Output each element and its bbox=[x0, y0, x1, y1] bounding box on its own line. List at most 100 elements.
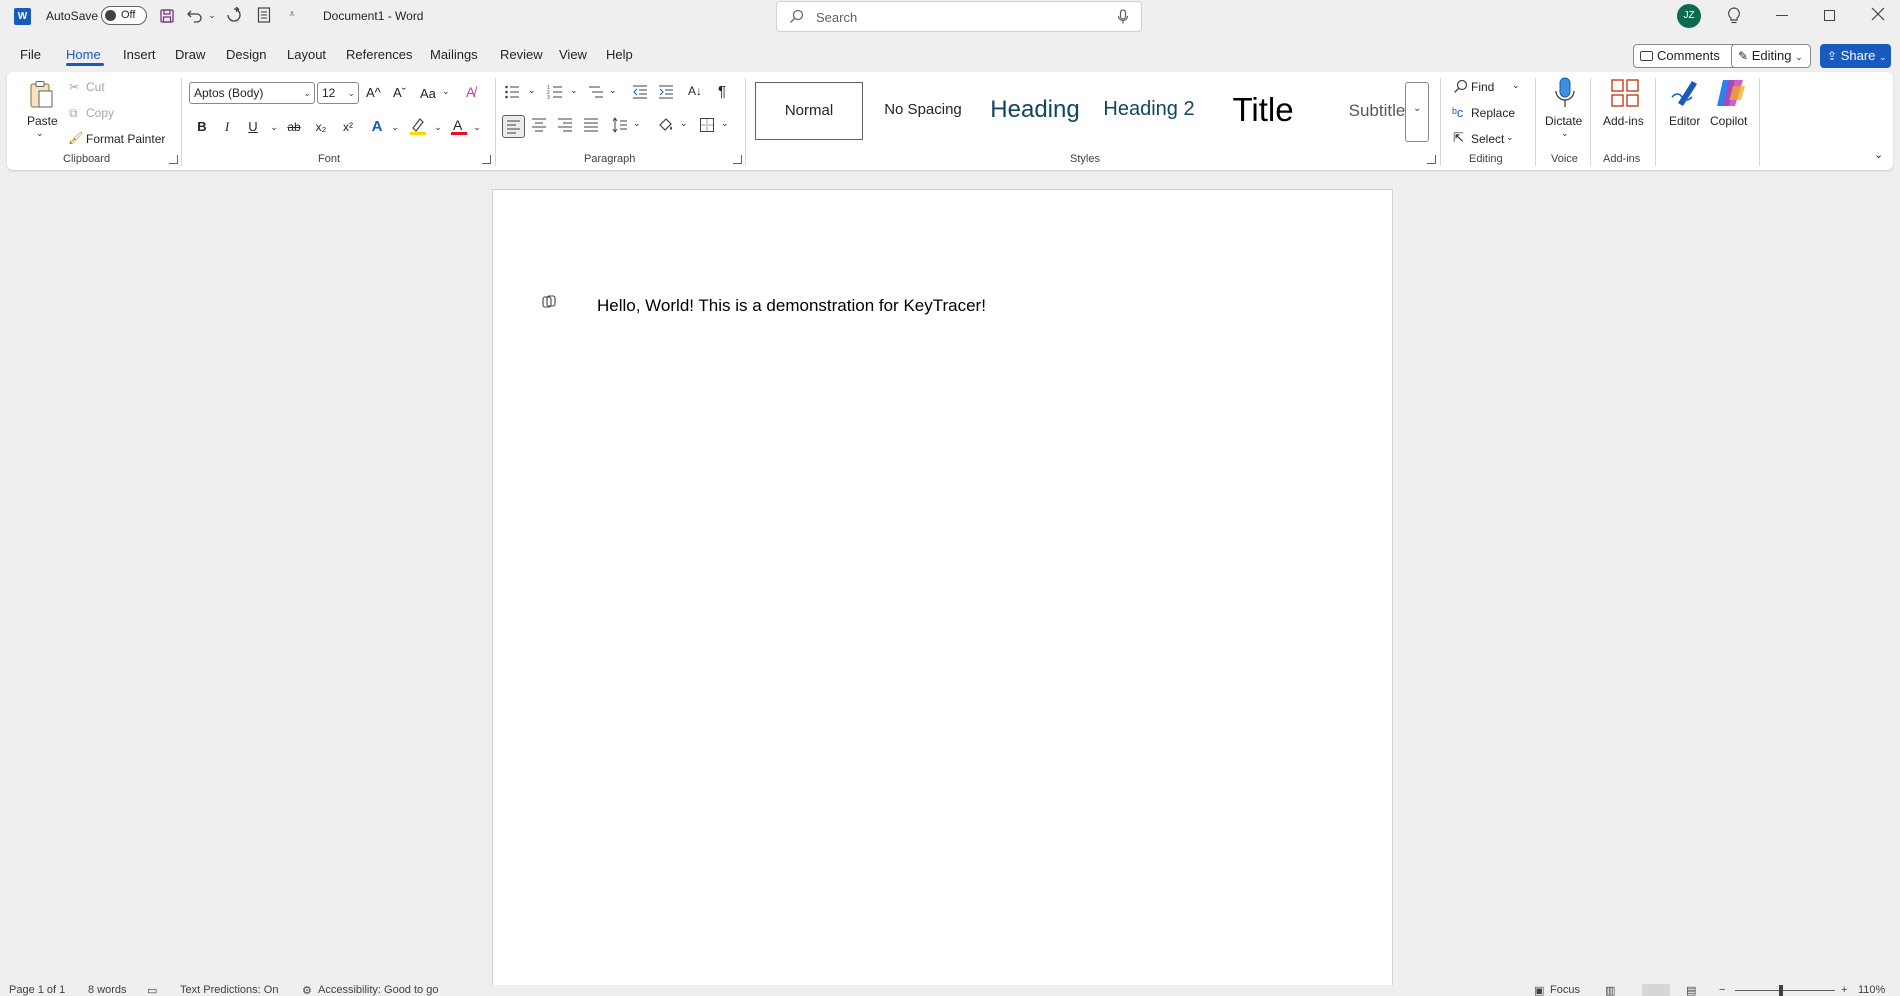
page-count[interactable]: Page 1 of 1 bbox=[9, 984, 65, 996]
style-no-spacing[interactable]: No Spacing bbox=[868, 82, 978, 140]
highlighter-icon[interactable] bbox=[407, 116, 429, 138]
undo-dropdown-icon[interactable]: ⌄ bbox=[207, 7, 217, 23]
chevron-down-icon[interactable]: ⌄ bbox=[570, 85, 578, 96]
show-formatting-button[interactable]: ¶ bbox=[718, 83, 726, 100]
copilot-button[interactable]: Copilot bbox=[1710, 114, 1747, 128]
user-avatar[interactable]: JZ bbox=[1677, 4, 1701, 28]
editing-mode-button[interactable]: ✎ Editing ⌄ bbox=[1731, 44, 1811, 68]
chevron-down-icon[interactable]: ⌄ bbox=[721, 118, 729, 129]
style-heading-2[interactable]: Heading 2 bbox=[1092, 82, 1206, 140]
tab-home[interactable]: Home bbox=[66, 47, 101, 62]
cut-button[interactable]: Cut bbox=[86, 80, 105, 94]
add-ins-button[interactable]: Add-ins bbox=[1603, 114, 1644, 128]
style-title[interactable]: Title bbox=[1206, 82, 1320, 140]
change-case-button[interactable]: Aa bbox=[420, 86, 436, 101]
focus-button[interactable]: Focus bbox=[1550, 984, 1580, 996]
chevron-down-icon[interactable]: ⌄ bbox=[466, 116, 488, 138]
line-spacing-icon[interactable] bbox=[612, 117, 628, 136]
maximize-icon[interactable] bbox=[1824, 10, 1835, 21]
bullets-icon[interactable] bbox=[504, 84, 520, 103]
zoom-level[interactable]: 110% bbox=[1858, 984, 1885, 996]
paste-icon[interactable] bbox=[28, 80, 54, 110]
tab-draw[interactable]: Draw bbox=[175, 47, 205, 62]
decrease-indent-icon[interactable] bbox=[632, 84, 648, 103]
copilot-icon[interactable] bbox=[1715, 78, 1747, 111]
chevron-down-icon[interactable]: ⌄ bbox=[442, 86, 450, 97]
chevron-down-icon[interactable]: ⌄ bbox=[633, 118, 641, 129]
subscript-button[interactable]: x₂ bbox=[310, 116, 332, 138]
underline-button[interactable]: U bbox=[242, 116, 264, 138]
tab-review[interactable]: Review bbox=[500, 47, 543, 62]
editor-button[interactable]: Editor bbox=[1669, 114, 1700, 128]
increase-indent-icon[interactable] bbox=[658, 84, 674, 103]
dictate-microphone-icon[interactable] bbox=[1554, 77, 1576, 112]
chevron-down-icon[interactable]: ⌄ bbox=[427, 116, 449, 138]
chevron-down-icon[interactable]: ⌄ bbox=[528, 85, 536, 96]
styles-launcher-icon[interactable] bbox=[1427, 155, 1436, 164]
borders-icon[interactable] bbox=[699, 117, 715, 136]
style-normal[interactable]: Normal bbox=[755, 82, 863, 140]
microphone-icon[interactable] bbox=[1117, 9, 1129, 28]
find-button[interactable]: Find bbox=[1471, 80, 1494, 94]
zoom-out-icon[interactable]: − bbox=[1719, 984, 1725, 996]
chevron-down-icon[interactable]: ⌄ bbox=[1561, 128, 1569, 139]
grow-font-button[interactable]: A^ bbox=[366, 85, 381, 100]
tab-mailings[interactable]: Mailings bbox=[430, 47, 478, 62]
paragraph-launcher-icon[interactable] bbox=[733, 155, 742, 164]
proofing-icon[interactable]: ▭ bbox=[147, 984, 157, 996]
chevron-down-icon[interactable]: ⌄ bbox=[263, 116, 285, 138]
numbering-icon[interactable]: 123 bbox=[547, 84, 563, 103]
multilevel-list-icon[interactable] bbox=[588, 84, 604, 103]
tab-view[interactable]: View bbox=[559, 47, 587, 62]
zoom-slider-thumb[interactable] bbox=[1779, 985, 1783, 996]
align-left-button[interactable] bbox=[502, 115, 525, 138]
share-button[interactable]: ⇪ Share ⌄ bbox=[1820, 44, 1891, 68]
accessibility-status[interactable]: Accessibility: Good to go bbox=[318, 984, 438, 996]
save-icon[interactable] bbox=[159, 8, 175, 28]
add-ins-icon[interactable] bbox=[1610, 78, 1640, 111]
replace-button[interactable]: Replace bbox=[1471, 106, 1515, 120]
tab-references[interactable]: References bbox=[346, 47, 412, 62]
bold-button[interactable]: B bbox=[191, 116, 213, 138]
redo-icon[interactable] bbox=[225, 6, 243, 27]
document-text[interactable]: Hello, World! This is a demonstration fo… bbox=[597, 296, 986, 316]
chevron-down-icon[interactable]: ⌄ bbox=[680, 118, 688, 129]
minimize-icon[interactable] bbox=[1776, 15, 1788, 16]
read-mode-icon[interactable]: ▥ bbox=[1605, 984, 1615, 996]
lightbulb-icon[interactable] bbox=[1727, 7, 1741, 28]
word-count[interactable]: 8 words bbox=[88, 984, 127, 996]
dictate-button[interactable]: Dictate bbox=[1545, 114, 1582, 128]
paste-label[interactable]: Paste bbox=[27, 114, 58, 128]
align-right-icon[interactable] bbox=[557, 117, 573, 136]
font-name-combo[interactable]: Aptos (Body) ⌄ bbox=[189, 82, 315, 104]
styles-more-button[interactable]: ⌄ bbox=[1405, 82, 1429, 142]
close-icon[interactable] bbox=[1871, 7, 1885, 24]
clipboard-launcher-icon[interactable] bbox=[169, 155, 178, 164]
chevron-down-icon[interactable]: ⌄ bbox=[609, 85, 617, 96]
customize-toolbar-icon[interactable]: ⩡ bbox=[286, 7, 298, 23]
paste-dropdown-icon[interactable]: ⌄ bbox=[36, 128, 44, 139]
align-center-icon[interactable] bbox=[531, 117, 547, 136]
web-layout-icon[interactable]: ▤ bbox=[1686, 984, 1696, 996]
font-size-combo[interactable]: 12 ⌄ bbox=[317, 82, 359, 104]
zoom-in-icon[interactable]: + bbox=[1841, 984, 1847, 996]
sort-icon[interactable]: A↓ bbox=[688, 84, 702, 98]
shading-icon[interactable] bbox=[657, 116, 675, 137]
tab-layout[interactable]: Layout bbox=[287, 47, 326, 62]
tab-design[interactable]: Design bbox=[226, 47, 266, 62]
print-layout-button[interactable] bbox=[1642, 984, 1670, 996]
tab-insert[interactable]: Insert bbox=[123, 47, 156, 62]
copy-button[interactable]: Copy bbox=[86, 106, 114, 120]
copilot-margin-icon[interactable] bbox=[541, 294, 557, 313]
font-launcher-icon[interactable] bbox=[482, 155, 491, 164]
undo-icon[interactable] bbox=[186, 7, 204, 27]
format-painter-button[interactable]: Format Painter bbox=[86, 132, 165, 146]
style-heading[interactable]: Heading bbox=[978, 82, 1092, 140]
text-predictions[interactable]: Text Predictions: On bbox=[180, 984, 278, 996]
chevron-down-icon[interactable]: ⌄ bbox=[1512, 80, 1520, 91]
justify-icon[interactable] bbox=[583, 117, 599, 136]
strikethrough-button[interactable]: ab bbox=[283, 116, 305, 138]
search-box[interactable]: Search bbox=[776, 1, 1142, 32]
editor-icon[interactable] bbox=[1670, 77, 1702, 112]
zoom-slider[interactable] bbox=[1735, 990, 1835, 991]
